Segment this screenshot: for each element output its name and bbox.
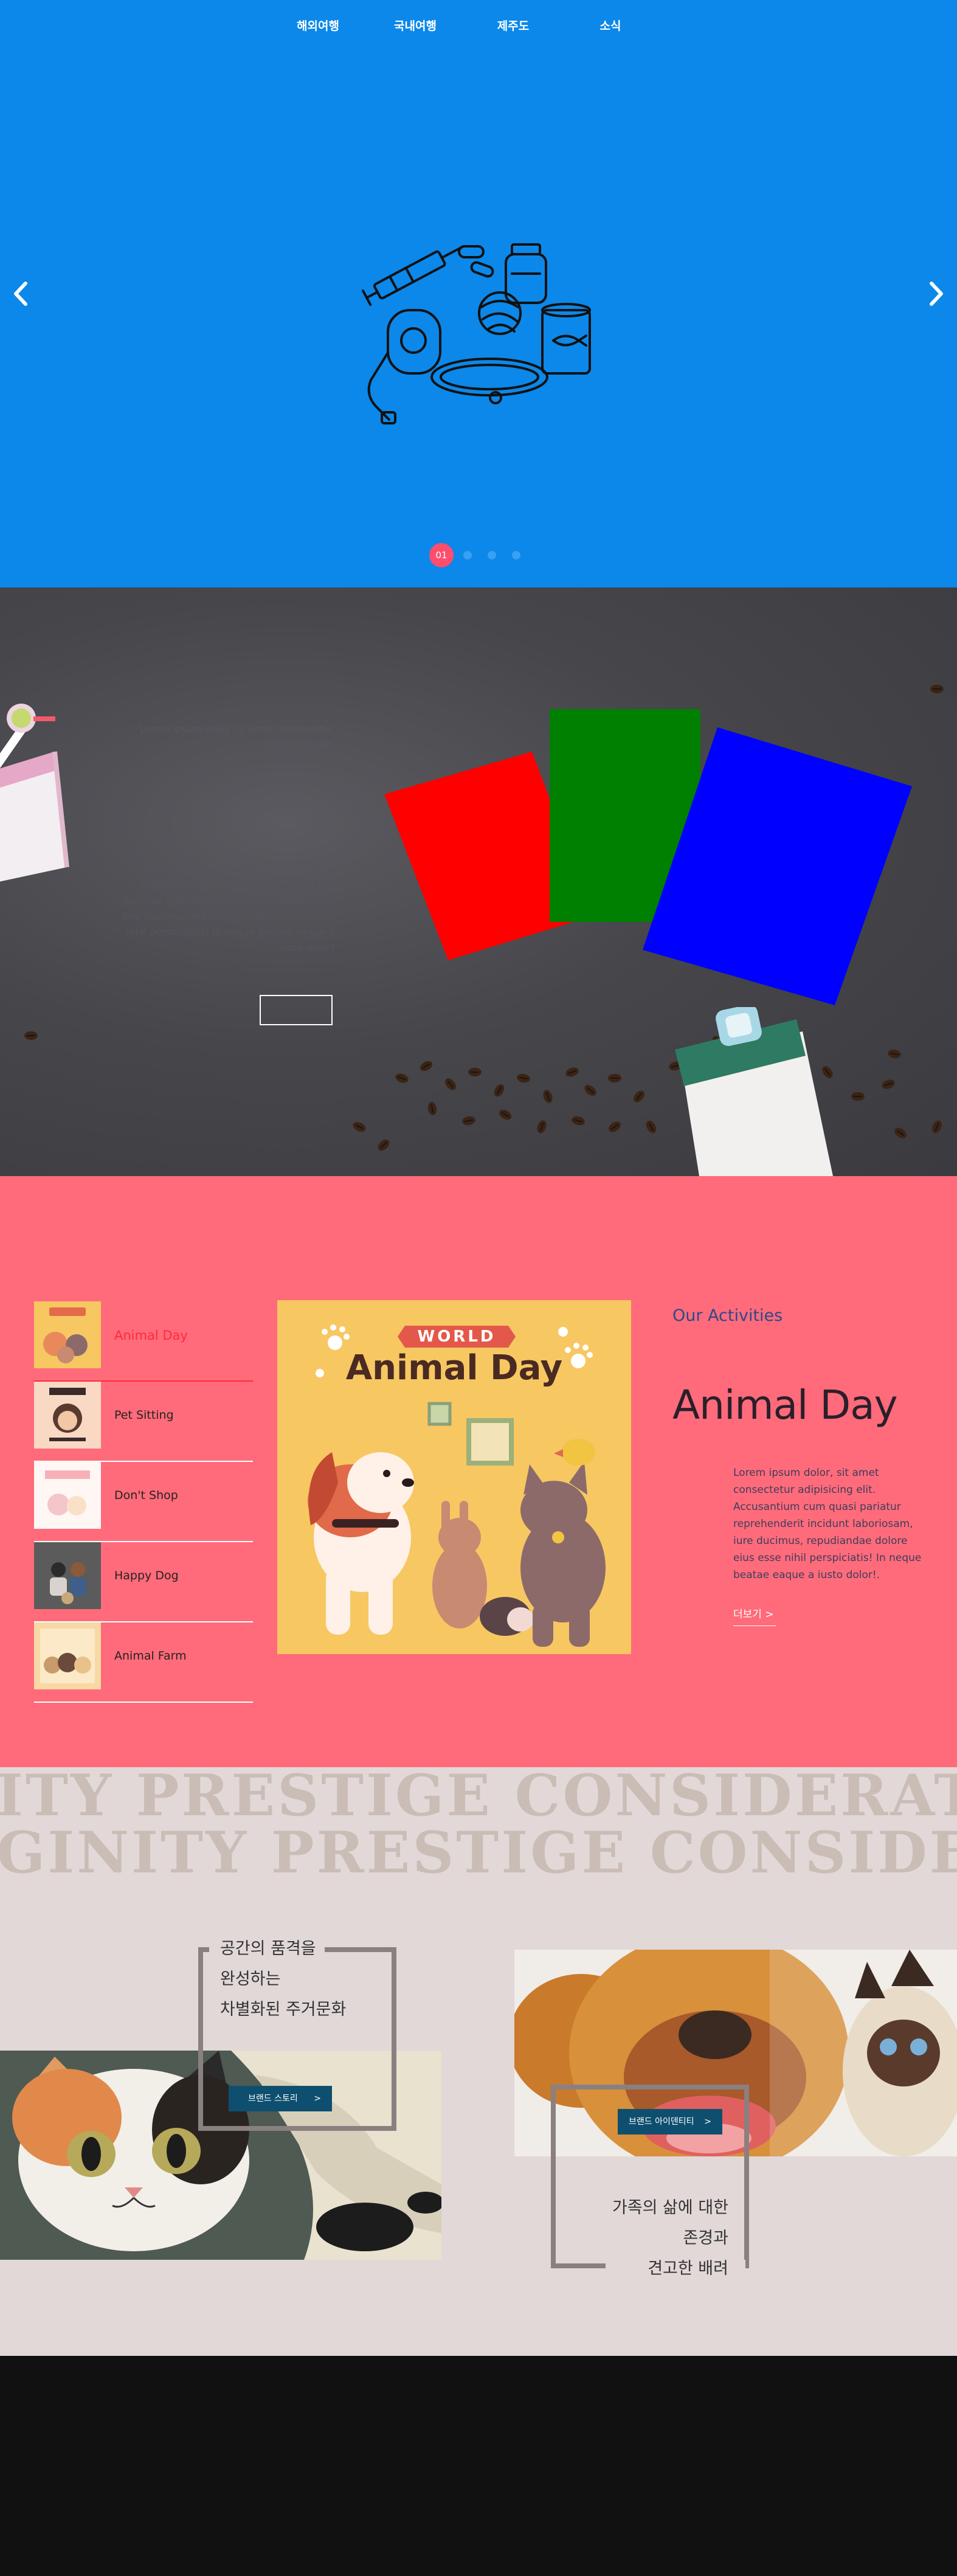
marquee-row-2: GINITY PRESTIGE CONSIDERAT <box>0 1819 957 1886</box>
color-cards <box>384 709 912 1005</box>
chevron-right-icon: > <box>314 2094 321 2103</box>
activity-item-animal-day[interactable]: Animal Day <box>34 1301 253 1382</box>
chevron-right-icon: > <box>704 2117 711 2127</box>
activity-label: Don't Shop <box>114 1489 178 1502</box>
page: 해외여행 국내여행 제주도 소식 01 Lorem ipsum dolor si… <box>0 0 957 2576</box>
activities-section: Animal Day Pet Sitting Don't Shop Happy … <box>0 1176 957 1767</box>
brand-story-button[interactable]: 브랜드 스토리 > <box>229 2086 332 2111</box>
activities-heading: Our Activities <box>672 1306 783 1325</box>
story-line: 완성하는 <box>220 1970 281 1989</box>
chevron-left-icon <box>14 282 27 306</box>
slide-dot[interactable] <box>512 551 520 559</box>
activity-item-happy-dog[interactable]: Happy Dog <box>34 1542 253 1622</box>
promo-intro-text: Lorem ipsum dolor sit amet consectetur a… <box>139 723 334 750</box>
activity-item-animal-farm[interactable]: Animal Farm <box>34 1622 253 1703</box>
brand-story-button-label: 브랜드 스토리 <box>248 2094 298 2103</box>
activity-list: Animal Day Pet Sitting Don't Shop Happy … <box>34 1301 253 1703</box>
feature-image: WORLD Animal Day <box>277 1300 631 1654</box>
identity-line: 존경과 <box>683 2229 728 2248</box>
pet-sitting-thumbnail <box>34 1382 101 1449</box>
activity-item-pet-sitting[interactable]: Pet Sitting <box>34 1382 253 1462</box>
activity-label: Animal Day <box>114 1328 188 1343</box>
thermos-decoration <box>675 1007 833 1176</box>
nav-item-jeju[interactable]: 제주도 <box>471 17 556 33</box>
animal-farm-thumbnail <box>34 1622 101 1689</box>
promo-button[interactable] <box>260 995 333 1025</box>
brand-section: ITY PRESTIGE CONSIDERATIO GINITY PRESTIG… <box>0 1767 957 2356</box>
feature-title-text: Animal Day <box>346 1348 562 1388</box>
dont-shop-thumbnail <box>34 1462 101 1529</box>
top-nav: 해외여행 국내여행 제주도 소식 <box>0 17 957 41</box>
happy-dog-thumbnail <box>34 1542 101 1609</box>
cup-decoration <box>0 704 69 882</box>
activity-label: Happy Dog <box>114 1569 179 1582</box>
animal-day-thumbnail <box>34 1301 101 1368</box>
more-link[interactable]: 더보기 > <box>733 1605 776 1626</box>
nav-item-domestic[interactable]: 국내여행 <box>373 17 458 33</box>
identity-line: 견고한 배려 <box>648 2259 728 2278</box>
world-animal-day-illustration: WORLD Animal Day <box>277 1300 631 1654</box>
hero-slider: 해외여행 국내여행 제주도 소식 01 <box>0 0 957 587</box>
footer <box>0 2356 957 2576</box>
slide-pagination: 01 <box>429 543 551 567</box>
slide-dot[interactable] <box>463 551 472 559</box>
prev-slide-button[interactable] <box>9 280 33 308</box>
activity-label: Pet Sitting <box>114 1408 174 1422</box>
pet-supplies-illustration <box>362 243 591 424</box>
activity-label: Animal Farm <box>114 1649 187 1663</box>
brand-identity-button-label: 브랜드 아이덴티티 <box>629 2117 694 2127</box>
promo-section: Lorem ipsum dolor sit amet consectetur a… <box>0 587 957 1176</box>
story-text: 공간의 품격을 완성하는 차별화된 주거문화 <box>220 1934 346 2025</box>
next-slide-button[interactable] <box>924 280 948 308</box>
slide-dot[interactable] <box>488 551 496 559</box>
activities-description: Lorem ipsum dolor, sit amet consectetur … <box>733 1467 922 1581</box>
brand-identity-button[interactable]: 브랜드 아이덴티티 > <box>618 2109 722 2135</box>
nav-item-news[interactable]: 소식 <box>568 17 653 33</box>
story-line: 공간의 품격을 <box>220 1939 316 1958</box>
identity-text: 가족의 삶에 대한 존경과 견고한 배려 <box>612 2193 728 2284</box>
promo-body-text: Lorem ipsum dolor sit amet consectetur a… <box>122 863 334 954</box>
identity-line: 가족의 삶에 대한 <box>612 2198 728 2217</box>
chevron-right-icon <box>930 282 943 306</box>
activity-item-dont-shop[interactable]: Don't Shop <box>34 1462 253 1542</box>
story-line: 차별화된 주거문화 <box>220 2000 347 2019</box>
activities-title: Animal Day <box>672 1382 898 1428</box>
slide-dot-active[interactable]: 01 <box>429 543 454 567</box>
nav-item-overseas[interactable]: 해외여행 <box>275 17 361 33</box>
feature-banner-text: WORLD <box>418 1328 496 1346</box>
